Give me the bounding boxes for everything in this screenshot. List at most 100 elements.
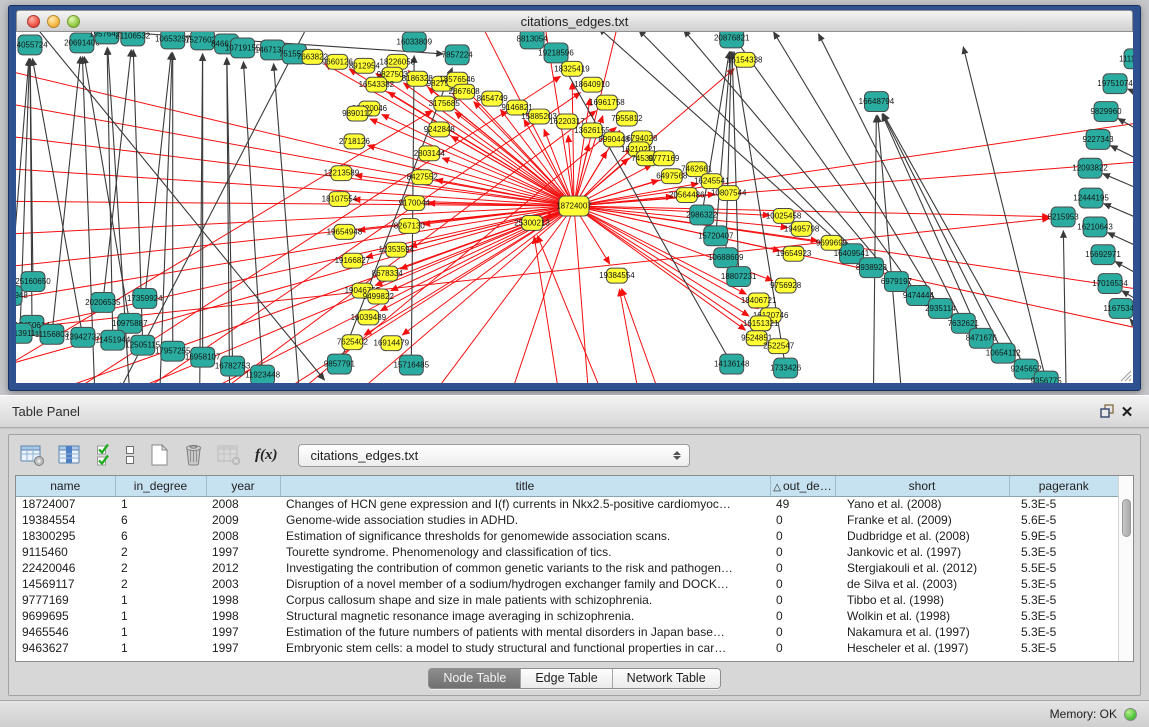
- black-edge[interactable]: [52, 57, 81, 334]
- column-header-title[interactable]: title: [280, 476, 770, 496]
- tab-edge-table[interactable]: Edge Table: [520, 669, 611, 688]
- table-row[interactable]: 946362711997Embryonic stem cells: a mode…: [16, 640, 1118, 656]
- black-edge[interactable]: [32, 59, 82, 338]
- table-row[interactable]: 946554611997Estimation of the future num…: [16, 624, 1118, 640]
- red-edge[interactable]: [16, 131, 574, 206]
- table-row[interactable]: 1938455462009Genome-wide association stu…: [16, 512, 1118, 528]
- column-header-year[interactable]: year: [206, 476, 280, 496]
- black-edge[interactable]: [1130, 319, 1133, 340]
- red-edge[interactable]: [619, 289, 638, 383]
- red-edge[interactable]: [537, 236, 604, 383]
- panel-title: Table Panel: [12, 404, 80, 419]
- table-source-select[interactable]: citations_edges.txt: [298, 444, 690, 467]
- tab-network-table[interactable]: Network Table: [612, 669, 720, 688]
- network-view[interactable]: 1872400724055724206914061957642821106532…: [16, 32, 1133, 383]
- black-edge[interactable]: [1128, 89, 1133, 97]
- red-edge[interactable]: [574, 206, 1133, 330]
- node-label: 9699695: [816, 238, 848, 247]
- function-builder-button[interactable]: f(x): [254, 446, 279, 465]
- black-edge[interactable]: [873, 116, 876, 383]
- node-label: 14136148: [714, 360, 750, 369]
- window-resize-grip[interactable]: [1118, 368, 1132, 382]
- red-edge[interactable]: [16, 206, 574, 305]
- close-panel-button[interactable]: ✕: [1117, 402, 1137, 422]
- red-edge[interactable]: [16, 206, 574, 236]
- create-column-icon: [149, 443, 170, 467]
- table-scrollbar[interactable]: [1118, 476, 1133, 661]
- table-cell: 5.3E-5: [1009, 640, 1118, 656]
- node-label: 16409541: [834, 249, 870, 258]
- table-scrollbar-thumb[interactable]: [1122, 499, 1131, 537]
- clear-selection-button[interactable]: [123, 442, 137, 468]
- node-label: 19384554: [599, 271, 635, 280]
- table-cell: Wolkin et al. (1998): [835, 608, 1009, 624]
- select-all-button[interactable]: [95, 442, 112, 468]
- black-edge[interactable]: [732, 52, 739, 277]
- node-label: 17359924: [127, 294, 163, 303]
- table-cell: 19384554: [16, 512, 115, 528]
- red-edge[interactable]: [16, 62, 574, 206]
- create-column-button[interactable]: [148, 442, 171, 468]
- column-header-name[interactable]: name: [16, 476, 115, 496]
- table-cell: Corpus callosum shape and size in male p…: [280, 592, 770, 608]
- table-row[interactable]: 977716911998Corpus callosum shape and si…: [16, 592, 1118, 608]
- table-cell: 2008: [206, 528, 280, 544]
- node-label: 16648794: [859, 97, 895, 106]
- table-cell: Estimation of significance thresholds fo…: [280, 528, 770, 544]
- red-edge[interactable]: [368, 145, 574, 206]
- delete-column-icon: [183, 443, 204, 467]
- table-cell: Disruption of a novel member of a sodium…: [280, 576, 770, 592]
- memory-status-indicator[interactable]: [1124, 708, 1137, 721]
- node-label: 9356775: [1031, 377, 1063, 383]
- node-label: 9756928: [770, 281, 802, 290]
- table-cell: 1: [115, 496, 206, 512]
- node-label: 8215953: [1048, 212, 1080, 221]
- table-row[interactable]: 911546021997Tourette syndrome. Phenomeno…: [16, 544, 1118, 560]
- table-row[interactable]: 2242004622012Investigating the contribut…: [16, 560, 1118, 576]
- column-header-short[interactable]: short: [835, 476, 1009, 496]
- zoom-window-button[interactable]: [67, 15, 80, 28]
- node-label: 24055724: [16, 40, 48, 49]
- table-row[interactable]: 1872400712008Changes of HCN gene express…: [16, 496, 1118, 512]
- minimize-window-button[interactable]: [47, 15, 60, 28]
- node-label: 2718126: [339, 137, 371, 146]
- table-cell: Tibbo et al. (1998): [835, 592, 1009, 608]
- node-label: 16543382: [359, 80, 395, 89]
- node-label: 10975887: [112, 319, 148, 328]
- column-header-pagerank[interactable]: pagerank: [1009, 476, 1118, 496]
- table-cell: 5.3E-5: [1009, 592, 1118, 608]
- node-label: 18406721: [741, 296, 777, 305]
- table-mode-button[interactable]: [19, 443, 46, 468]
- red-edge[interactable]: [574, 161, 1133, 206]
- delete-column-button[interactable]: [182, 442, 205, 468]
- red-edge[interactable]: [574, 98, 590, 206]
- node-label: 2867608: [449, 87, 481, 96]
- table-cell: Franke et al. (2009): [835, 512, 1009, 528]
- node-label: 19166827: [335, 256, 371, 265]
- table-cell: 1998: [206, 608, 280, 624]
- black-edge[interactable]: [243, 62, 262, 375]
- table-type-tabs: Node TableEdge TableNetwork Table: [428, 668, 720, 689]
- column-header-in-degree[interactable]: in_degree: [115, 476, 206, 496]
- black-edge[interactable]: [1111, 146, 1133, 170]
- node-label: 9777169: [648, 154, 680, 163]
- table-cell: 6: [115, 528, 206, 544]
- network-canvas[interactable]: 1872400724055724206914061957642821106532…: [16, 32, 1133, 383]
- black-edge[interactable]: [1063, 231, 1066, 383]
- network-window-titlebar[interactable]: citations_edges.txt: [16, 10, 1133, 32]
- black-edge[interactable]: [878, 115, 902, 383]
- tab-node-table[interactable]: Node Table: [429, 669, 520, 688]
- close-window-button[interactable]: [27, 15, 40, 28]
- red-edge[interactable]: [16, 206, 574, 375]
- table-row[interactable]: 1456911722003Disruption of a novel membe…: [16, 576, 1118, 592]
- black-edge[interactable]: [1118, 119, 1133, 142]
- show-column-button[interactable]: [57, 443, 84, 468]
- float-panel-button[interactable]: [1097, 402, 1117, 422]
- table-row[interactable]: 1830029562008Estimation of significance …: [16, 528, 1118, 544]
- red-edge[interactable]: [509, 206, 574, 383]
- table-row[interactable]: 969969511998Structural magnetic resonanc…: [16, 608, 1118, 624]
- column-header-out-de[interactable]: △out_de…: [770, 476, 835, 496]
- table-toolbar: f(x) citations_edges.txt: [9, 435, 1140, 475]
- node-label: 19654948: [327, 227, 363, 236]
- clear-selection-icon: [124, 443, 136, 467]
